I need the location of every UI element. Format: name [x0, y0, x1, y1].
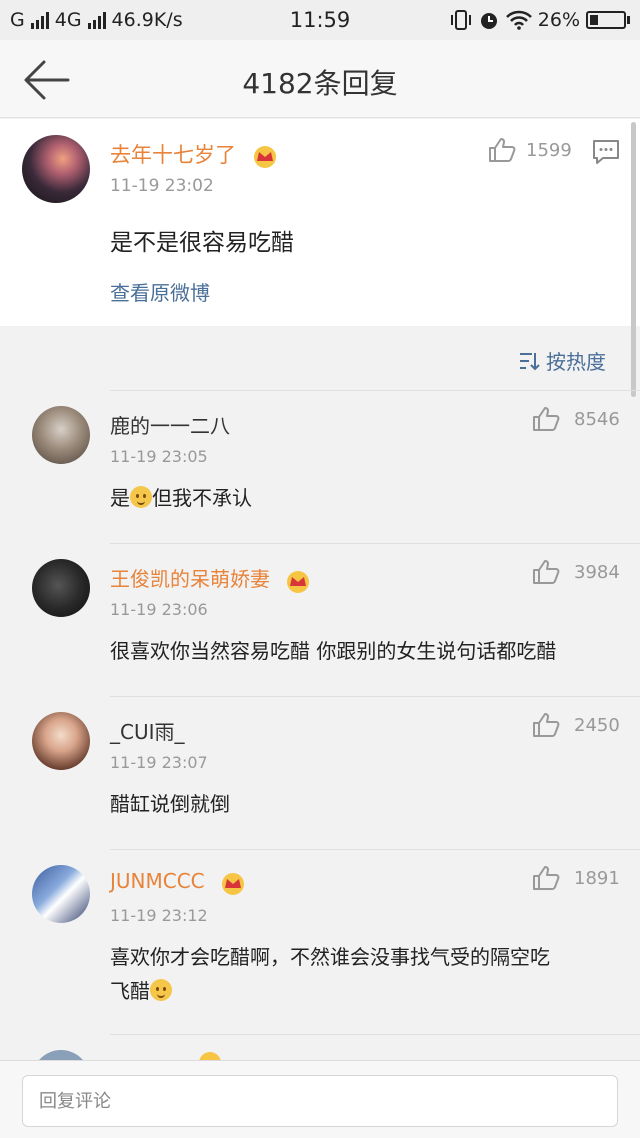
reply-time: 11-19 23:07	[110, 753, 208, 772]
reply-text: 是但我不承认	[110, 481, 610, 515]
reply-text: 很喜欢你当然容易吃醋 你跟别的女生说句话都吃醋	[110, 639, 557, 663]
like-button[interactable]: 8546	[532, 406, 620, 432]
reply-text: 醋缸说倒就倒	[110, 792, 230, 816]
reply-item: _CUI雨_ 11-19 23:07 2450 醋缸说倒就倒	[0, 696, 640, 849]
reply-text-part: 飞醋	[110, 979, 150, 1003]
avatar[interactable]	[22, 135, 90, 203]
avatar[interactable]	[32, 1050, 90, 1060]
thumbs-up-icon	[533, 407, 560, 431]
vip-crown-icon	[287, 570, 310, 593]
reply-item: JUNMCCC 11-19 23:12 1891 喜欢你才会吃醋啊，不然谁会没事…	[0, 849, 640, 1034]
reply-input[interactable]	[22, 1075, 618, 1127]
smile-emoji-icon	[130, 486, 152, 508]
network-label: 4G	[54, 9, 82, 31]
view-original-link[interactable]: 查看原微博	[110, 277, 210, 306]
vip-crown-icon	[222, 872, 245, 895]
reply-item: 鹿的一一二八 11-19 23:05 8546 是但我不承认	[0, 390, 640, 543]
battery-icon	[586, 11, 630, 29]
reply-item: 王俊凯的呆萌娇妻 11-19 23:06 3984 很喜欢你当然容易吃醋 你跟别…	[0, 543, 640, 696]
sort-by-hot-button[interactable]: 按热度	[518, 346, 606, 375]
reply-time: 11-19 23:05	[110, 447, 208, 466]
username-text[interactable]: 王俊凯的呆萌娇妻	[110, 567, 270, 591]
reply-text-line: 飞醋	[110, 974, 610, 1008]
status-right: 26%	[450, 9, 630, 31]
username[interactable]: 鹿的一一二八	[110, 410, 230, 439]
battery-percent: 26%	[537, 9, 580, 31]
thumbs-up-icon	[533, 866, 560, 890]
comment-text: 是不是很容易吃醋	[110, 230, 294, 256]
like-button[interactable]: 3984	[532, 559, 620, 585]
thumbs-up-icon	[533, 560, 560, 584]
sort-label[interactable]: 按热度	[546, 346, 606, 375]
thumbs-up-icon	[489, 138, 516, 162]
avatar[interactable]	[32, 712, 90, 770]
reply-time: 11-19 23:12	[110, 906, 208, 925]
carrier-label: G	[10, 9, 25, 31]
drool-emoji-icon	[150, 979, 172, 1001]
footer	[0, 1060, 640, 1138]
comment-icon[interactable]	[592, 139, 620, 165]
vibrate-icon	[450, 10, 471, 30]
vip-crown-icon	[199, 1052, 221, 1060]
signal-icon	[30, 11, 49, 29]
status-left: G 4G 46.9K/s	[10, 9, 183, 31]
vip-crown-icon	[253, 146, 276, 168]
reply-time: 11-19 23:06	[110, 600, 208, 619]
username-text[interactable]: 去年十七岁了	[110, 143, 236, 167]
reply-item-partial	[0, 1040, 640, 1060]
main-comment: 去年十七岁了 11-19 23:02 1599 是不是很容易吃醋 查看原微博	[0, 119, 640, 326]
reply-text-line: 喜欢你才会吃醋啊，不然谁会没事找气受的隔空吃	[110, 945, 550, 969]
signal-icon-2	[87, 11, 106, 29]
page-title: 4182条回复	[242, 67, 398, 100]
username[interactable]: JUNMCCC	[110, 869, 247, 895]
scrollbar[interactable]	[631, 122, 636, 397]
comment-time: 11-19 23:02	[110, 176, 214, 196]
divider	[110, 1034, 640, 1035]
reply-text-part: 但我不承认	[152, 486, 252, 510]
like-count: 1599	[526, 139, 572, 161]
like-count: 1891	[574, 867, 620, 889]
avatar[interactable]	[32, 559, 90, 617]
header: 4182条回复	[0, 40, 640, 118]
like-button[interactable]: 1891	[532, 865, 620, 891]
username[interactable]: _CUI雨_	[110, 716, 185, 745]
like-count: 8546	[574, 408, 620, 430]
network-speed: 46.9K/s	[111, 9, 183, 31]
username[interactable]: 去年十七岁了	[110, 139, 279, 169]
thumbs-up-icon	[533, 713, 560, 737]
like-button[interactable]: 1599	[488, 137, 572, 163]
status-bar: G 4G 46.9K/s 11:59 26%	[0, 0, 640, 40]
alarm-icon	[480, 13, 497, 29]
like-button[interactable]: 2450	[532, 712, 620, 738]
wifi-icon	[505, 10, 532, 30]
username[interactable]: 王俊凯的呆萌娇妻	[110, 563, 312, 593]
reply-text-part: 是	[110, 486, 130, 510]
like-count: 3984	[574, 561, 620, 583]
username-text[interactable]: JUNMCCC	[110, 869, 205, 893]
reply-text: 喜欢你才会吃醋啊，不然谁会没事找气受的隔空吃 飞醋	[110, 940, 610, 1008]
avatar[interactable]	[32, 406, 90, 464]
like-count: 2450	[574, 714, 620, 736]
sort-icon	[520, 352, 540, 370]
avatar[interactable]	[32, 865, 90, 923]
